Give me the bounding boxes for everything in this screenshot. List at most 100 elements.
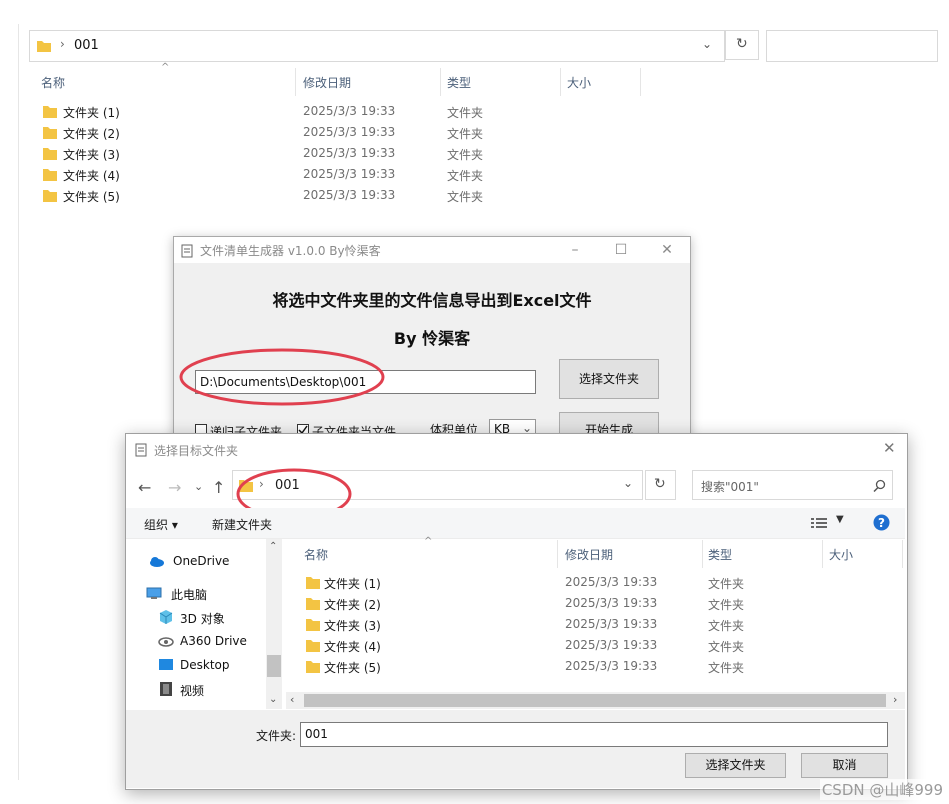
maximize-button[interactable]: ☐ xyxy=(598,237,644,263)
nav-label: OneDrive xyxy=(173,554,230,568)
dialog-title: 选择目标文件夹 xyxy=(154,444,239,458)
table-row[interactable]: 文件夹 (5) 2025/3/3 19:33 文件夹 xyxy=(286,656,886,677)
row-type: 文件夹 xyxy=(447,127,484,141)
drive-icon xyxy=(158,637,174,647)
navigation-pane: OneDrive 此电脑 3D 对象 A360 Drive Desktop 视频… xyxy=(126,539,283,709)
column-header-size[interactable]: 大小 xyxy=(567,74,591,91)
folder-icon xyxy=(43,169,57,181)
column-divider[interactable] xyxy=(557,540,558,568)
dialog-footer: 文件夹: 001 选择文件夹 取消 xyxy=(126,710,905,788)
forward-arrow-icon[interactable]: → xyxy=(168,478,181,497)
search-placeholder: 搜索"001" xyxy=(701,480,759,494)
highlight-ellipse xyxy=(179,348,385,406)
row-date: 2025/3/3 19:33 xyxy=(565,659,658,673)
row-date: 2025/3/3 19:33 xyxy=(303,146,396,160)
row-name: 文件夹 (2) xyxy=(324,598,381,612)
column-divider[interactable] xyxy=(702,540,703,568)
row-type: 文件夹 xyxy=(708,640,745,654)
main-heading: 将选中文件夹里的文件信息导出到Excel文件 xyxy=(272,291,592,310)
folder-icon xyxy=(43,190,57,202)
desktop-icon xyxy=(159,659,173,670)
table-row[interactable]: 文件夹 (2) 2025/3/3 19:33 文件夹 xyxy=(286,593,886,614)
close-button[interactable]: ✕ xyxy=(883,439,896,457)
back-arrow-icon[interactable]: ← xyxy=(138,478,151,497)
folder-icon xyxy=(37,41,51,52)
table-row[interactable]: 文件夹 (3) 2025/3/3 19:33 文件夹 xyxy=(286,614,886,635)
chevron-down-icon[interactable]: ⌄ xyxy=(623,476,633,490)
cube-icon xyxy=(159,610,173,624)
nav-label: 此电脑 xyxy=(171,588,208,602)
row-date: 2025/3/3 19:33 xyxy=(303,125,396,139)
column-divider[interactable] xyxy=(640,68,641,96)
row-name: 文件夹 (1) xyxy=(63,106,120,120)
select-folder-button[interactable]: 选择文件夹 xyxy=(685,753,786,778)
refresh-icon: ↻ xyxy=(736,36,748,52)
scroll-thumb[interactable] xyxy=(304,694,886,707)
title-bar[interactable]: 文件清单生成器 v1.0.0 By怜渠客 – ☐ ✕ xyxy=(174,237,690,263)
table-row[interactable]: 文件夹 (4) 2025/3/3 19:33 文件夹 xyxy=(19,164,619,185)
search-box[interactable] xyxy=(766,30,938,62)
column-divider[interactable] xyxy=(560,68,561,96)
table-row[interactable]: 文件夹 (1) 2025/3/3 19:33 文件夹 xyxy=(286,572,886,593)
minimize-button[interactable]: – xyxy=(552,237,598,263)
column-divider[interactable] xyxy=(902,540,903,568)
organize-menu[interactable]: 组织 ▾ xyxy=(144,516,178,533)
column-header-type[interactable]: 类型 xyxy=(708,546,732,563)
new-folder-button[interactable]: 新建文件夹 xyxy=(212,516,272,533)
recent-dropdown-icon[interactable]: ⌄ xyxy=(194,480,203,493)
column-divider[interactable] xyxy=(440,68,441,96)
column-header-type[interactable]: 类型 xyxy=(447,74,471,91)
folder-name-input[interactable]: 001 xyxy=(300,722,888,747)
cloud-icon xyxy=(150,557,164,567)
table-row[interactable]: 文件夹 (1) 2025/3/3 19:33 文件夹 xyxy=(19,101,619,122)
column-header-name[interactable]: 名称 xyxy=(304,546,328,563)
address-path: 001 xyxy=(74,38,99,53)
refresh-button[interactable]: ↻ xyxy=(645,470,676,500)
table-row[interactable]: 文件夹 (4) 2025/3/3 19:33 文件夹 xyxy=(286,635,886,656)
chevron-down-icon[interactable]: ⌄ xyxy=(702,37,712,51)
scroll-right-icon[interactable]: › xyxy=(893,693,897,706)
row-name: 文件夹 (5) xyxy=(63,190,120,204)
view-options-icon[interactable] xyxy=(811,517,827,529)
row-date: 2025/3/3 19:33 xyxy=(565,617,658,631)
folder-icon xyxy=(43,148,57,160)
scroll-thumb[interactable] xyxy=(267,655,281,677)
scroll-down-icon[interactable]: ⌄ xyxy=(269,694,277,705)
table-row[interactable]: 文件夹 (3) 2025/3/3 19:33 文件夹 xyxy=(19,143,619,164)
row-type: 文件夹 xyxy=(447,148,484,162)
nav-scrollbar[interactable]: ⌃ ⌄ xyxy=(266,539,282,709)
up-arrow-icon[interactable]: ↑ xyxy=(212,478,225,497)
column-header-name[interactable]: 名称 xyxy=(41,74,65,91)
help-icon[interactable]: ? xyxy=(873,514,890,531)
folder-icon xyxy=(43,106,57,118)
column-header-date[interactable]: 修改日期 xyxy=(565,546,613,563)
refresh-button[interactable]: ↻ xyxy=(725,30,759,60)
select-folder-button[interactable]: 选择文件夹 xyxy=(559,359,659,399)
chevron-right-icon: › xyxy=(60,37,65,51)
cancel-button[interactable]: 取消 xyxy=(801,753,888,778)
refresh-icon: ↻ xyxy=(654,476,666,492)
row-name: 文件夹 (5) xyxy=(324,661,381,675)
row-type: 文件夹 xyxy=(708,661,745,675)
column-header-size[interactable]: 大小 xyxy=(829,546,853,563)
column-divider[interactable] xyxy=(822,540,823,568)
scroll-up-icon[interactable]: ⌃ xyxy=(269,541,277,552)
folder-icon xyxy=(306,640,320,652)
row-date: 2025/3/3 19:33 xyxy=(303,188,396,202)
table-row[interactable]: 文件夹 (2) 2025/3/3 19:33 文件夹 xyxy=(19,122,619,143)
search-input[interactable]: 搜索"001" xyxy=(692,470,893,500)
scroll-left-icon[interactable]: ‹ xyxy=(290,693,294,706)
sort-up-icon: ^ xyxy=(161,62,170,73)
close-button[interactable]: ✕ xyxy=(644,237,690,263)
address-bar[interactable]: › 001 ⌄ xyxy=(29,30,725,62)
row-date: 2025/3/3 19:33 xyxy=(565,596,658,610)
row-name: 文件夹 (2) xyxy=(63,127,120,141)
row-type: 文件夹 xyxy=(708,577,745,591)
watermark: CSDN @山峰999 xyxy=(819,779,945,800)
table-row[interactable]: 文件夹 (5) 2025/3/3 19:33 文件夹 xyxy=(19,185,619,206)
horizontal-scrollbar[interactable]: ‹ › xyxy=(286,692,905,709)
view-dropdown-icon[interactable]: ▼ xyxy=(836,514,844,525)
column-divider[interactable] xyxy=(295,68,296,96)
column-header-date[interactable]: 修改日期 xyxy=(303,74,351,91)
folder-picker-dialog: 选择目标文件夹 ✕ ← → ⌄ ↑ › 001 ⌄ ↻ 搜索"001" 组织 ▾… xyxy=(125,433,908,790)
